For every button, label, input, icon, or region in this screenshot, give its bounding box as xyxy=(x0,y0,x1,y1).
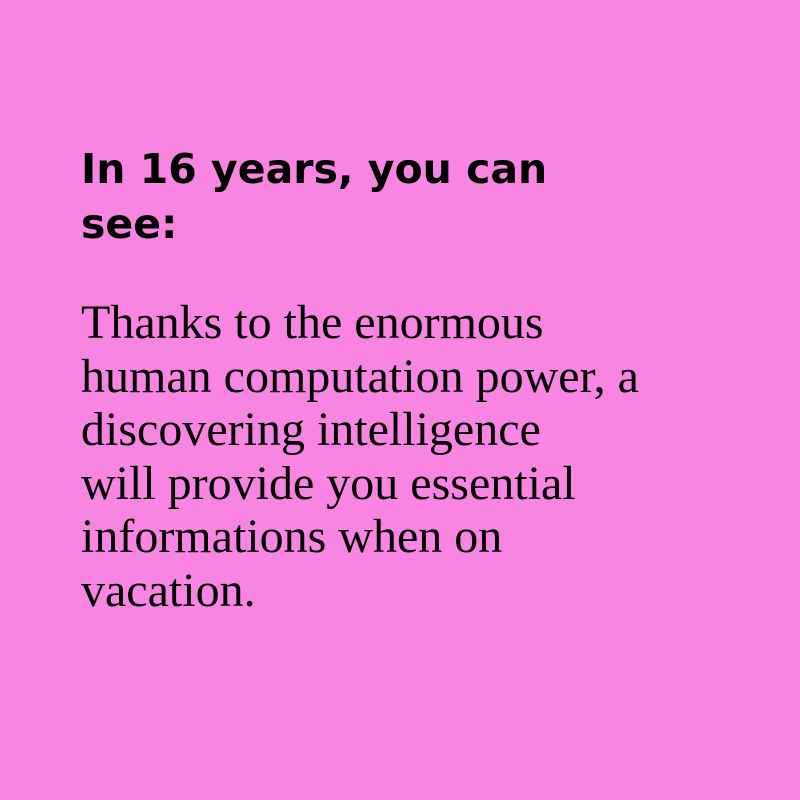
body-line: vacation. xyxy=(81,563,256,617)
body-line: informations when on xyxy=(81,510,503,563)
body-line: discovering intelligence xyxy=(81,403,541,456)
body-paragraph: Thanks to the enormous human computation… xyxy=(81,296,771,617)
heading-line: In 16 years, you can xyxy=(81,145,548,193)
body-line: human computation power, a xyxy=(81,349,639,403)
poster-card: In 16 years, you can see: Thanks to the … xyxy=(0,0,800,800)
heading-line: see: xyxy=(81,200,178,248)
heading: In 16 years, you can see: xyxy=(81,142,721,252)
body-line: will provide you essential xyxy=(81,456,576,510)
body-line: Thanks to the enormous xyxy=(81,296,544,349)
